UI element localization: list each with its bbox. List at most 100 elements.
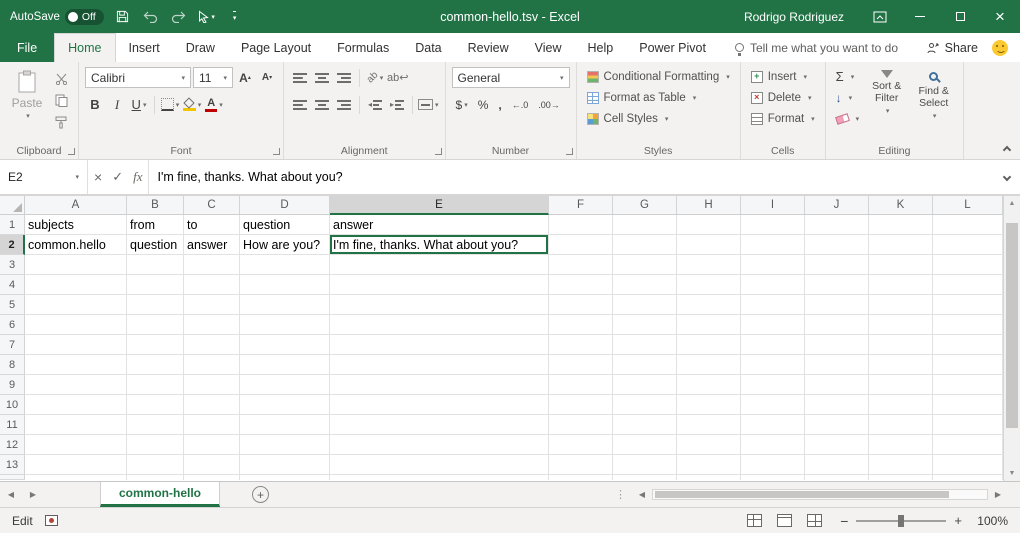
cell-K[interactable] <box>869 475 933 480</box>
column-header-J[interactable]: J <box>805 196 869 215</box>
copy-button[interactable] <box>50 91 72 109</box>
enter-button[interactable]: ✓ <box>112 169 123 185</box>
cell-A9[interactable] <box>25 375 127 395</box>
paste-button[interactable]: Paste ▾ <box>6 67 48 120</box>
cell-J12[interactable] <box>805 435 869 455</box>
decrease-indent-button[interactable]: ◂ <box>365 95 385 115</box>
cell-F13[interactable] <box>549 455 613 475</box>
autosave-toggle[interactable]: Off <box>65 9 104 25</box>
cell-I4[interactable] <box>741 275 805 295</box>
cell-J10[interactable] <box>805 395 869 415</box>
column-header-B[interactable]: B <box>127 196 184 215</box>
tab-scroll-divider[interactable]: ⋮ <box>607 482 634 507</box>
tab-draw[interactable]: Draw <box>173 33 228 62</box>
cell-L[interactable] <box>933 475 1003 480</box>
cell-C3[interactable] <box>184 255 240 275</box>
horizontal-scrollbar[interactable]: ◀ ▶ <box>634 482 1006 507</box>
cell-H3[interactable] <box>677 255 741 275</box>
undo-button[interactable] <box>142 6 160 28</box>
cell-L5[interactable] <box>933 295 1003 315</box>
macro-record-icon[interactable] <box>45 515 58 526</box>
save-button[interactable] <box>114 6 132 28</box>
cell-G9[interactable] <box>613 375 677 395</box>
cell-H12[interactable] <box>677 435 741 455</box>
cell-G11[interactable] <box>613 415 677 435</box>
tab-power-pivot[interactable]: Power Pivot <box>626 33 719 62</box>
tab-data[interactable]: Data <box>402 33 454 62</box>
cell-F7[interactable] <box>549 335 613 355</box>
cell-D11[interactable] <box>240 415 330 435</box>
cell-H4[interactable] <box>677 275 741 295</box>
insert-function-button[interactable]: fx <box>133 169 142 185</box>
cell-C7[interactable] <box>184 335 240 355</box>
cell-B3[interactable] <box>127 255 184 275</box>
cell-C5[interactable] <box>184 295 240 315</box>
cell-I[interactable] <box>741 475 805 480</box>
cell-G13[interactable] <box>613 455 677 475</box>
cut-button[interactable] <box>50 69 72 87</box>
cell-E13[interactable] <box>330 455 549 475</box>
cell-J2[interactable] <box>805 235 869 255</box>
underline-button[interactable]: U▾ <box>129 95 149 115</box>
cell-H6[interactable] <box>677 315 741 335</box>
cell-K1[interactable] <box>869 215 933 235</box>
cell-E10[interactable] <box>330 395 549 415</box>
redo-button[interactable] <box>170 6 188 28</box>
percent-style-button[interactable]: % <box>474 95 493 115</box>
accounting-format-button[interactable]: $▾ <box>452 95 472 115</box>
cell-K12[interactable] <box>869 435 933 455</box>
column-header-L[interactable]: L <box>933 196 1003 215</box>
column-header-F[interactable]: F <box>549 196 613 215</box>
font-dialog-launcher[interactable] <box>273 148 280 155</box>
cell-styles-button[interactable]: Cell Styles ▾ <box>583 109 734 128</box>
cell-B6[interactable] <box>127 315 184 335</box>
cell-F11[interactable] <box>549 415 613 435</box>
cell-L13[interactable] <box>933 455 1003 475</box>
cell-A10[interactable] <box>25 395 127 415</box>
horizontal-scrollbar-track[interactable] <box>652 489 988 500</box>
cell-B4[interactable] <box>127 275 184 295</box>
cell-I6[interactable] <box>741 315 805 335</box>
scroll-right-arrow[interactable]: ▶ <box>990 490 1006 499</box>
number-format-select[interactable]: General ▾ <box>452 67 570 88</box>
top-align-button[interactable] <box>290 68 310 88</box>
cell-C9[interactable] <box>184 375 240 395</box>
cell-I1[interactable] <box>741 215 805 235</box>
align-right-button[interactable] <box>334 95 354 115</box>
cell-G6[interactable] <box>613 315 677 335</box>
cell-G7[interactable] <box>613 335 677 355</box>
cell-F2[interactable] <box>549 235 613 255</box>
cell-B12[interactable] <box>127 435 184 455</box>
cancel-button[interactable]: × <box>94 169 102 185</box>
cell-G8[interactable] <box>613 355 677 375</box>
bottom-align-button[interactable] <box>334 68 354 88</box>
cell-E2[interactable]: I'm fine, thanks. What about you? <box>330 235 549 255</box>
font-name-select[interactable]: Calibri ▾ <box>85 67 191 88</box>
she-nav-right-arrow[interactable]: ▶ <box>22 482 44 507</box>
cell-L8[interactable] <box>933 355 1003 375</box>
increase-indent-button[interactable]: ▸ <box>387 95 407 115</box>
cell-I3[interactable] <box>741 255 805 275</box>
font-size-select[interactable]: 11 ▾ <box>193 67 233 88</box>
tab-home[interactable]: Home <box>54 33 115 62</box>
cell-H2[interactable] <box>677 235 741 255</box>
cell-K10[interactable] <box>869 395 933 415</box>
horizontal-scrollbar-thumb[interactable] <box>655 491 949 498</box>
row-header-8[interactable]: 8 <box>0 355 25 375</box>
cell-B2[interactable]: question <box>127 235 184 255</box>
fill-button[interactable]: ↓ ▾ <box>832 88 864 107</box>
orientation-button[interactable]: ab▾ <box>365 68 385 88</box>
cell-J4[interactable] <box>805 275 869 295</box>
normal-view-button[interactable] <box>747 514 762 527</box>
row-header-10[interactable]: 10 <box>0 395 25 415</box>
cell-I7[interactable] <box>741 335 805 355</box>
cell-K4[interactable] <box>869 275 933 295</box>
scroll-up-arrow[interactable]: ▲ <box>1004 196 1020 211</box>
delete-cells-button[interactable]: × Delete ▾ <box>747 88 819 107</box>
bold-button[interactable]: B <box>85 95 105 115</box>
row-header-6[interactable]: 6 <box>0 315 25 335</box>
scroll-down-arrow[interactable]: ▼ <box>1004 466 1020 481</box>
cell-B11[interactable] <box>127 415 184 435</box>
increase-font-size-button[interactable]: A▴ <box>235 68 255 88</box>
cell-L9[interactable] <box>933 375 1003 395</box>
